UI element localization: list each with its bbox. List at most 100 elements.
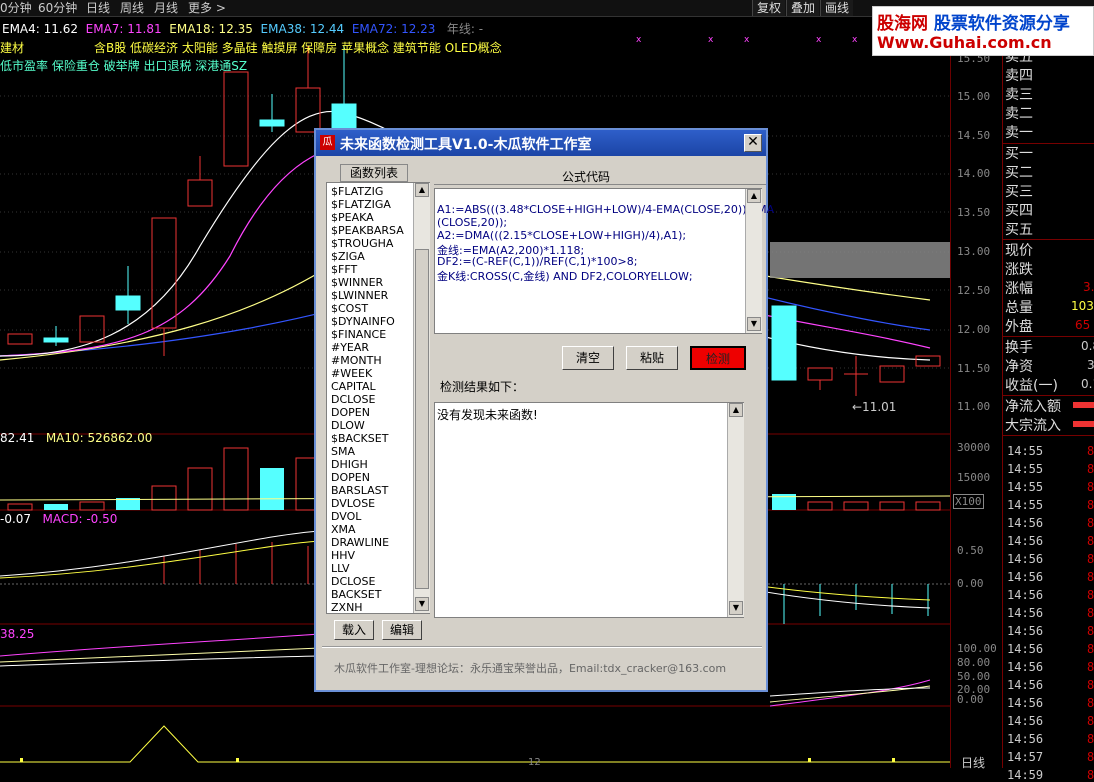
function-list-item[interactable]: #YEAR	[331, 341, 369, 354]
function-list-item[interactable]: $PEAKBARSA	[331, 224, 404, 237]
function-list-item[interactable]: $FLATZIG	[331, 185, 383, 198]
function-list-item[interactable]: DRAWLINE	[331, 536, 389, 549]
function-list-item[interactable]: $FLATZIGA	[331, 198, 391, 211]
function-list-item[interactable]: DCLOSE	[331, 393, 375, 406]
logo-url: Www.Guhai.com.cn	[877, 33, 1052, 52]
function-list-item[interactable]: $ZIGA	[331, 250, 365, 263]
check-button[interactable]: 检测	[690, 346, 746, 370]
function-list-item[interactable]: HHV	[331, 549, 355, 562]
function-list-item[interactable]: XMA	[331, 523, 356, 536]
logo-slogan: 股票软件资源分享	[933, 14, 1070, 34]
formula-scrollbar[interactable]: ▲ ▼	[745, 189, 762, 333]
result-scrollbar[interactable]: ▲ ▼	[727, 403, 744, 617]
function-list-item[interactable]: DCLOSE	[331, 575, 375, 588]
overlay-button[interactable]: 叠加	[786, 0, 820, 16]
function-list-item[interactable]: ZXNH	[331, 601, 363, 614]
svg-text:x: x	[708, 35, 714, 45]
clear-button[interactable]: 清空	[562, 346, 614, 370]
period-tab-weekly[interactable]: 周线	[120, 0, 144, 16]
load-button[interactable]: 载入	[334, 620, 374, 640]
tick-time: 14:55	[1007, 480, 1044, 494]
result-box[interactable]: 没有发现未来函数! ▲ ▼	[434, 402, 744, 618]
function-list-item[interactable]: BARSLAST	[331, 484, 388, 497]
dialog-titlebar[interactable]: 瓜 未来函数检测工具V1.0-木瓜软件工作室 ✕	[316, 130, 766, 156]
function-list-scrollbar[interactable]: ▲ ▼	[413, 183, 430, 613]
code-line: A2:=DMA(((2.15*CLOSE+LOW+HIGH)/4),A1);	[437, 229, 687, 242]
period-tab-monthly[interactable]: 月线	[154, 0, 178, 16]
scroll-up-arrow[interactable]: ▲	[729, 403, 743, 417]
tick-volume: 8	[1087, 714, 1094, 728]
function-list-item[interactable]: DOPEN	[331, 471, 370, 484]
axis-label: 50.00	[957, 670, 991, 683]
axis-label: 15000	[957, 471, 991, 484]
formula-code-header: 公式代码	[562, 170, 611, 184]
tick-time: 14:56	[1007, 624, 1044, 638]
edit-button[interactable]: 编辑	[382, 620, 422, 640]
scroll-down-arrow[interactable]: ▼	[415, 597, 429, 611]
function-list-item[interactable]: BACKSET	[331, 588, 381, 601]
tick-volume: 8	[1087, 462, 1094, 476]
function-list-item[interactable]: CAPITAL	[331, 380, 376, 393]
axis-label: 80.00	[957, 656, 991, 669]
volume-legend: 82.41 MA10: 526862.00	[0, 431, 152, 445]
formula-code-editor[interactable]: A1:=ABS(((3.48*CLOSE+HIGH+LOW)/4-EMA(CLO…	[434, 188, 774, 334]
axis-label: 11.50	[957, 362, 991, 375]
function-list-item[interactable]: $TROUGHA	[331, 237, 393, 250]
stat-change-label: 涨跌	[1005, 262, 1033, 278]
tick-volume: 8	[1087, 696, 1094, 710]
stat-pct-label: 涨幅	[1005, 281, 1033, 297]
tick-volume: 8	[1087, 480, 1094, 494]
ema-legend: EMA4: 11.62 EMA7: 11.81 EMA18: 12.35 EMA…	[2, 20, 483, 37]
function-list-item[interactable]: #MONTH	[331, 354, 382, 367]
paste-button[interactable]: 粘贴	[626, 346, 678, 370]
draw-line-button[interactable]: 画线	[820, 0, 854, 16]
function-list-item[interactable]: DLOW	[331, 419, 365, 432]
dialog-footer: 木瓜软件工作室-理想论坛：永乐通宝荣誉出品，Email:tdx_cracker@…	[334, 662, 727, 675]
ema38-label: EMA38: 12.44	[260, 22, 345, 36]
function-list-item[interactable]: #WEEK	[331, 367, 372, 380]
tick-time: 14:56	[1007, 714, 1044, 728]
tick-time: 14:56	[1007, 678, 1044, 692]
tick-volume: 8	[1087, 552, 1094, 566]
tick-time: 14:55	[1007, 444, 1044, 458]
scroll-thumb[interactable]	[415, 249, 429, 589]
function-list-item[interactable]: LLV	[331, 562, 350, 575]
function-list-item[interactable]: $FINANCE	[331, 328, 386, 341]
function-list-item[interactable]: SMA	[331, 445, 355, 458]
tick-time: 14:56	[1007, 552, 1044, 566]
function-list-item[interactable]: DOPEN	[331, 406, 370, 419]
function-list-item[interactable]: $BACKSET	[331, 432, 388, 445]
period-tab-0[interactable]: 0分钟	[0, 0, 32, 16]
axis-label: 100.00	[957, 642, 997, 655]
ma10-label: MA10: 526862.00	[45, 431, 153, 445]
function-list-item[interactable]: $LWINNER	[331, 289, 388, 302]
scroll-up-arrow[interactable]: ▲	[415, 183, 429, 197]
function-list-item[interactable]: DVOL	[331, 510, 361, 523]
scroll-up-arrow[interactable]: ▲	[747, 189, 761, 203]
function-list-item[interactable]: $PEAKA	[331, 211, 374, 224]
period-tab-daily[interactable]: 日线	[86, 0, 110, 16]
volume-value: 82.41	[0, 431, 35, 445]
stat-volume-value: 103	[1071, 299, 1094, 313]
code-line: (CLOSE,20));	[437, 216, 508, 229]
period-tab-more[interactable]: 更多 >	[188, 0, 226, 16]
bottom-period-tab[interactable]: 日线	[961, 754, 985, 771]
sell-3-label: 卖三	[1005, 87, 1033, 103]
buy-3-label: 买三	[1005, 184, 1033, 200]
function-list-item[interactable]: DHIGH	[331, 458, 368, 471]
function-list-item[interactable]: $WINNER	[331, 276, 383, 289]
function-list-item[interactable]: $COST	[331, 302, 368, 315]
tick-volume: 8	[1087, 534, 1094, 548]
adjust-button[interactable]: 复权	[752, 0, 786, 16]
close-button[interactable]: ✕	[744, 134, 762, 152]
axis-label: 13.00	[957, 245, 991, 258]
scroll-down-arrow[interactable]: ▼	[747, 317, 761, 331]
function-list-item[interactable]: DVLOSE	[331, 497, 375, 510]
function-list[interactable]: $FLATZIG $FLATZIGA $PEAKA $PEAKBARSA $TROUGH…	[326, 182, 430, 614]
function-list-item[interactable]: $FFT	[331, 263, 357, 276]
function-list-item[interactable]: $DYNAINFO	[331, 315, 395, 328]
scroll-down-arrow[interactable]: ▼	[729, 601, 743, 615]
period-tab-60min[interactable]: 60分钟	[38, 0, 77, 16]
net-inflow-label: 净流入额	[1005, 399, 1061, 415]
axis-label: 0.00	[957, 693, 984, 706]
